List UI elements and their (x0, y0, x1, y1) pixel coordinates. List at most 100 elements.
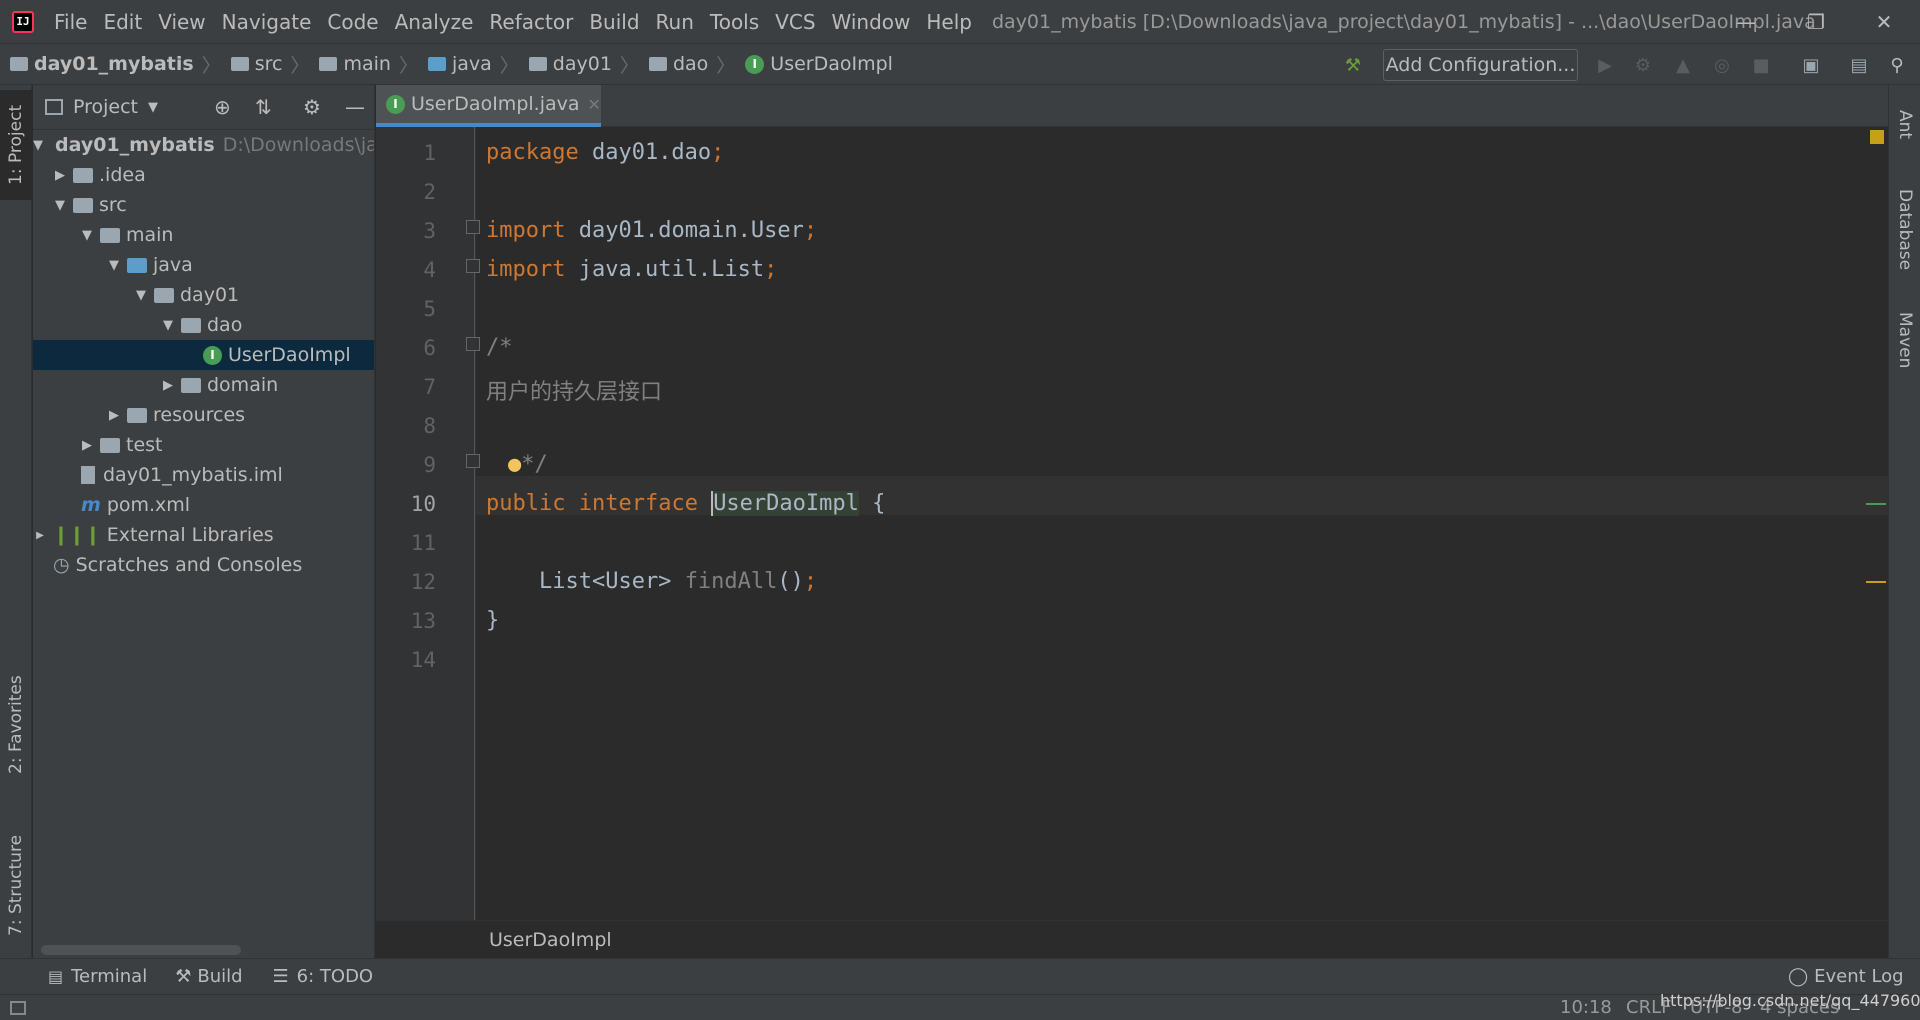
breadcrumb-dao[interactable]: dao 〉 (639, 51, 735, 78)
tree-item-main[interactable]: ▼ main (33, 220, 374, 250)
code-line-3[interactable]: import day01.domain.User; (486, 218, 817, 243)
menu-run[interactable]: Run (648, 10, 702, 34)
expanded-arrow-icon[interactable]: ▼ (33, 138, 43, 153)
collapsed-arrow-icon[interactable]: ▶ (161, 378, 175, 393)
menu-edit[interactable]: Edit (95, 10, 150, 34)
navigation-bar: day01_mybatis 〉 src 〉 main 〉 java 〉 day01 〉 d… (0, 43, 1920, 85)
tree-item-pom[interactable]: m pom.xml (33, 490, 374, 520)
menu-code[interactable]: Code (319, 10, 386, 34)
collapsed-arrow-icon[interactable]: ▶ (53, 168, 67, 183)
menu-refactor[interactable]: Refactor (481, 10, 581, 34)
expanded-arrow-icon[interactable]: ▼ (80, 228, 94, 243)
tab-userdaoimpl[interactable]: I UserDaoImpl.java ✕ (376, 85, 601, 127)
terminal-tool-button[interactable]: ▤ Terminal (48, 966, 147, 987)
caret-position[interactable]: 10:18 (1560, 997, 1612, 1018)
breadcrumb-java[interactable]: java 〉 (418, 51, 519, 78)
code-line-9[interactable]: ●*/ (508, 452, 548, 477)
chevron-down-icon[interactable]: ▼ (148, 100, 158, 115)
menu-file[interactable]: File (46, 10, 95, 34)
menu-tools[interactable]: Tools (702, 10, 767, 34)
todo-tool-button[interactable]: ☰ 6: TODO (273, 966, 374, 987)
collapsed-arrow-icon[interactable]: ▶ (33, 530, 47, 541)
gear-icon[interactable]: ⚙ (303, 95, 321, 119)
add-configuration-button[interactable]: Add Configuration... (1383, 49, 1578, 81)
breadcrumb-project[interactable]: day01_mybatis 〉 (0, 51, 221, 78)
menu-vcs[interactable]: VCS (767, 10, 823, 34)
menu-window[interactable]: Window (824, 10, 919, 34)
menu-navigate[interactable]: Navigate (214, 10, 320, 34)
horizontal-scrollbar[interactable] (41, 945, 241, 955)
database-tool-tab[interactable]: Database (1889, 180, 1920, 280)
tree-item-userdaoimpl[interactable]: I UserDaoImpl (33, 340, 374, 370)
build-tool-button[interactable]: ⚒ Build (175, 966, 242, 987)
expanded-arrow-icon[interactable]: ▼ (161, 318, 175, 333)
event-log-button[interactable]: ◯ Event Log (1788, 966, 1904, 987)
project-view-dropdown[interactable]: Project (73, 96, 138, 118)
editor-breadcrumb-item[interactable]: UserDaoImpl (489, 929, 612, 951)
project-structure-icon[interactable]: ▣ (1800, 54, 1822, 76)
tree-item-dao[interactable]: ▼ dao (33, 310, 374, 340)
fold-marker-icon[interactable] (466, 337, 480, 351)
tree-item-domain[interactable]: ▶ domain (33, 370, 374, 400)
expanded-arrow-icon[interactable]: ▼ (53, 198, 67, 213)
close-icon[interactable]: ✕ (1848, 0, 1920, 43)
minimize-icon[interactable]: — (1710, 0, 1782, 43)
code-line-6[interactable]: /* (486, 335, 513, 360)
terminal-run-icon[interactable]: ▤ (1848, 54, 1870, 76)
tree-item-external-libraries[interactable]: ▶ ❙❙❙ External Libraries (33, 520, 374, 550)
close-tab-icon[interactable]: ✕ (588, 95, 601, 114)
expanded-arrow-icon[interactable]: ▼ (134, 288, 148, 303)
code-line-10[interactable]: public interface UserDaoImpl { (486, 491, 885, 516)
tree-item-src[interactable]: ▼ src (33, 190, 374, 220)
fold-marker-icon[interactable] (466, 259, 480, 273)
restore-icon[interactable]: ❐ (1780, 0, 1852, 43)
menu-help[interactable]: Help (918, 10, 980, 34)
maven-tool-tab[interactable]: Maven (1889, 300, 1920, 380)
menu-build[interactable]: Build (581, 10, 647, 34)
code-line-7[interactable]: 用户的持久层接口 (486, 374, 662, 406)
breadcrumb-userdaoimpl[interactable]: I UserDaoImpl (735, 53, 893, 75)
search-icon[interactable]: ⚲ (1886, 54, 1908, 76)
tree-item-day01[interactable]: ▼ day01 (33, 280, 374, 310)
code-line-1[interactable]: package day01.dao; (486, 140, 724, 165)
ant-tool-tab[interactable]: Ant (1889, 95, 1920, 155)
structure-tool-tab[interactable]: 7: Structure (0, 825, 32, 945)
code-line-13[interactable]: } (486, 608, 499, 633)
debug-icon[interactable]: ⚙ (1632, 54, 1654, 76)
project-tool-tab[interactable]: 1: Project (0, 90, 32, 200)
collapsed-arrow-icon[interactable]: ▶ (107, 408, 121, 423)
line-number: 9 (423, 453, 436, 477)
inspection-warning-icon[interactable] (1870, 130, 1884, 144)
tree-item-iml[interactable]: day01_mybatis.iml (33, 460, 374, 490)
run-icon[interactable]: ▶ (1594, 54, 1616, 76)
tree-item-java[interactable]: ▼ java (33, 250, 374, 280)
fold-marker-icon[interactable] (466, 220, 480, 234)
code-line-4[interactable]: import java.util.List; (486, 257, 777, 282)
profile-icon[interactable]: ◎ (1711, 54, 1733, 76)
breadcrumb-src[interactable]: src 〉 (221, 51, 309, 78)
locate-icon[interactable]: ⊕ (214, 95, 231, 119)
build-hammer-icon[interactable]: ⚒ (1342, 54, 1364, 76)
lightbulb-icon[interactable]: ● (508, 452, 521, 477)
tree-item-scratches[interactable]: ◷ Scratches and Consoles (33, 550, 374, 580)
tree-item-idea[interactable]: ▶ .idea (33, 160, 374, 190)
stop-icon[interactable]: ■ (1750, 54, 1772, 76)
error-stripe-mark[interactable] (1866, 503, 1886, 505)
fold-marker-icon[interactable] (466, 454, 480, 468)
favorites-tool-tab[interactable]: 2: Favorites (0, 665, 32, 785)
error-stripe-mark[interactable] (1866, 581, 1886, 583)
tree-item-day01-mybatis[interactable]: ▼ day01_mybatis D:\Downloads\jav (33, 130, 374, 160)
hide-panel-icon[interactable]: — (345, 95, 365, 119)
tool-window-toggle-icon[interactable] (10, 1000, 26, 1015)
menu-view[interactable]: View (150, 10, 213, 34)
code-line-12[interactable]: List<User> findAll(); (486, 569, 817, 594)
coverage-icon[interactable]: ▲ (1672, 54, 1694, 76)
tree-item-test[interactable]: ▶ test (33, 430, 374, 460)
collapse-all-icon[interactable]: ⇅ (255, 95, 272, 119)
collapsed-arrow-icon[interactable]: ▶ (80, 438, 94, 453)
breadcrumb-main[interactable]: main 〉 (309, 51, 418, 78)
menu-analyze[interactable]: Analyze (387, 10, 482, 34)
tree-item-resources[interactable]: ▶ resources (33, 400, 374, 430)
expanded-arrow-icon[interactable]: ▼ (107, 258, 121, 273)
breadcrumb-day01[interactable]: day01 〉 (519, 51, 639, 78)
